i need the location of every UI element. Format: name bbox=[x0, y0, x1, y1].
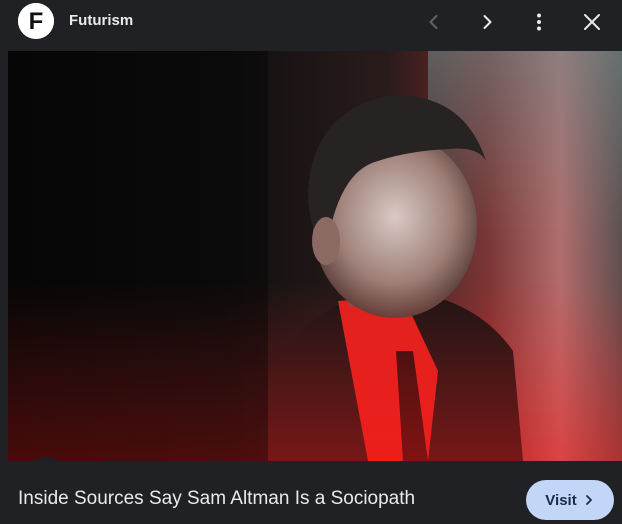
previous-button[interactable] bbox=[418, 6, 450, 38]
more-vertical-icon bbox=[537, 13, 541, 31]
article-image[interactable] bbox=[8, 51, 622, 461]
article-title[interactable]: Inside Sources Say Sam Altman Is a Socio… bbox=[18, 488, 415, 510]
next-button[interactable] bbox=[471, 6, 503, 38]
futurism-logo-icon: F bbox=[18, 3, 54, 39]
close-icon bbox=[584, 14, 600, 30]
chevron-right-icon bbox=[585, 495, 592, 505]
svg-text:F: F bbox=[29, 8, 44, 35]
chevron-right-icon bbox=[483, 15, 492, 29]
site-name[interactable]: Futurism bbox=[69, 12, 133, 30]
chevron-left-icon bbox=[429, 15, 438, 29]
portrait-photo bbox=[8, 51, 622, 461]
visit-button[interactable]: Visit bbox=[526, 480, 614, 520]
visit-label: Visit bbox=[545, 491, 577, 509]
site-logo[interactable]: F bbox=[18, 3, 54, 39]
more-options-button[interactable] bbox=[523, 6, 555, 38]
close-button[interactable] bbox=[576, 6, 608, 38]
header-bar: F Futurism bbox=[0, 0, 622, 48]
footer-bar: Inside Sources Say Sam Altman Is a Socio… bbox=[0, 461, 622, 524]
